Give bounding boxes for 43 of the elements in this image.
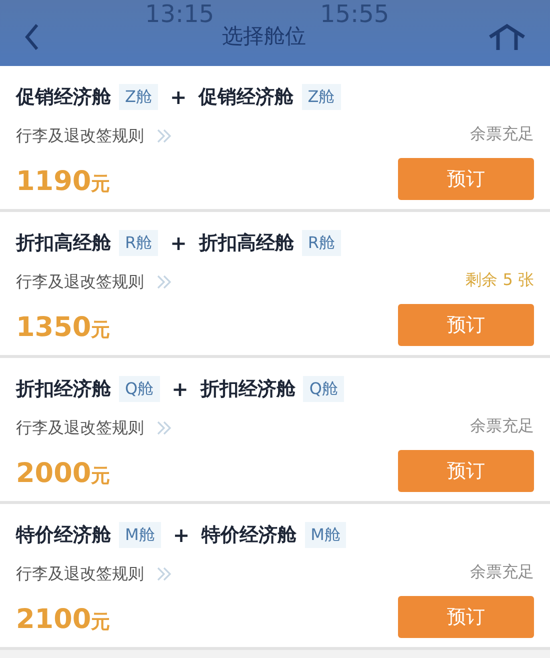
cabin-code-tag: Z舱 <box>119 84 158 110</box>
currency-unit: 元 <box>91 318 110 343</box>
baggage-rules-link[interactable]: 行李及退改签规则 <box>16 124 144 148</box>
currency-unit: 元 <box>91 172 110 197</box>
fare-price: 2100 <box>16 603 92 637</box>
plus-sign: + <box>172 522 190 549</box>
cabin-class-name: 折扣经济舱 <box>200 376 296 402</box>
cabin-code-tag: Q舱 <box>303 376 344 402</box>
fare-price: 1350 <box>16 311 92 345</box>
ticket-availability: 余票充足 <box>470 415 534 437</box>
plus-sign: + <box>170 230 187 257</box>
cabin-code-tag: M舱 <box>304 522 346 548</box>
cabin-code-tag: Q舱 <box>119 376 160 402</box>
cabin-code-tag: R舱 <box>119 230 158 256</box>
currency-unit: 元 <box>91 610 110 635</box>
back-icon[interactable] <box>24 23 40 51</box>
ticket-availability: 余票充足 <box>470 561 534 583</box>
double-chevron-icon <box>156 567 172 581</box>
baggage-rules-link[interactable]: 行李及退改签规则 <box>16 270 144 294</box>
page-title: 选择舱位 <box>221 23 307 50</box>
cabin-code-tag: R舱 <box>302 230 342 256</box>
cabin-code-tag: Z舱 <box>302 84 341 110</box>
double-chevron-icon <box>156 275 172 289</box>
cabin-class-name: 特价经济舱 <box>202 522 297 548</box>
baggage-rules-link[interactable]: 行李及退改签规则 <box>16 562 144 586</box>
fare-price: 2000 <box>16 457 92 491</box>
cabin-class-name: 折扣高经舱 <box>198 230 294 256</box>
plus-sign: + <box>172 376 188 403</box>
cabin-class-name: 促销经济舱 <box>16 84 111 110</box>
cabin-class-name: 折扣经济舱 <box>16 376 111 402</box>
cabin-class-name: 折扣高经舱 <box>16 230 111 256</box>
double-chevron-icon <box>156 421 172 435</box>
double-chevron-icon <box>156 129 172 143</box>
cabin-class-name: 特价经济舱 <box>16 522 111 548</box>
currency-unit: 元 <box>91 464 110 489</box>
plus-sign: + <box>170 84 187 111</box>
ticket-availability: 余票充足 <box>470 123 534 145</box>
baggage-rules-link[interactable]: 行李及退改签规则 <box>16 416 144 440</box>
cabin-class-name: 促销经济舱 <box>198 84 294 110</box>
ticket-availability: 剩余 5 张 <box>466 269 534 291</box>
home-icon[interactable] <box>488 23 526 51</box>
cabin-code-tag: M舱 <box>119 522 161 548</box>
fare-price: 1190 <box>16 165 92 199</box>
